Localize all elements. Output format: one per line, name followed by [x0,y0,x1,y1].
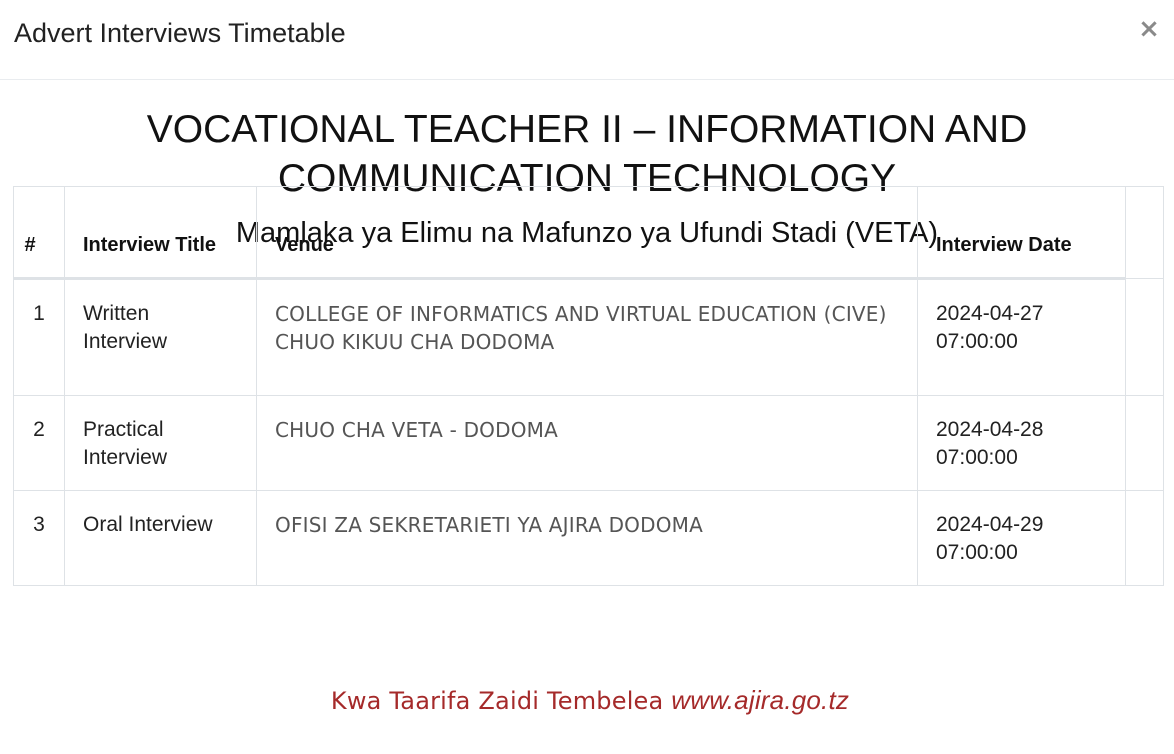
ajira-website-link[interactable]: www.ajira.go.tz [671,685,849,715]
table-row: 2 Practical Interview CHUO CHA VETA - DO… [13,395,1164,491]
row-empty-cell [1125,278,1164,396]
header-interview-date: Interview Date [917,186,1126,280]
interviews-timetable-modal: Advert Interviews Timetable × VOCATIONAL… [0,0,1174,754]
row-venue: COLLEGE OF INFORMATICS AND VIRTUAL EDUCA… [256,278,918,396]
footer-note: Kwa Taarifa Zaidi Tembelea www.ajira.go.… [0,685,1174,716]
header-number: # [13,186,65,280]
row-number: 2 [13,395,65,491]
table-row: 1 Written Interview COLLEGE OF INFORMATI… [13,278,1164,396]
timetable-table-wrapper: # Interview Title Venue Interview Date 1… [13,186,1164,586]
row-number: 3 [13,490,65,586]
header-empty [1125,186,1164,279]
row-interview-title: Practical Interview [64,395,257,491]
modal-header: Advert Interviews Timetable × [0,0,1174,80]
row-interview-date: 2024-04-27 07:00:00 [917,278,1126,396]
row-interview-date: 2024-04-29 07:00:00 [917,490,1126,586]
row-venue: CHUO CHA VETA - DODOMA [256,395,918,491]
header-venue: Venue [256,186,918,280]
row-empty-cell [1125,395,1164,491]
header-interview-title: Interview Title [64,186,257,280]
row-interview-title: Oral Interview [64,490,257,586]
row-number: 1 [13,278,65,396]
modal-title: Advert Interviews Timetable [14,18,346,48]
footer-text: Kwa Taarifa Zaidi Tembelea [330,687,672,715]
close-icon[interactable]: × [1134,14,1164,44]
timetable-table: # Interview Title Venue Interview Date 1… [13,186,1164,586]
row-venue: OFISI ZA SEKRETARIETI YA AJIRA DODOMA [256,490,918,586]
table-header-row: # Interview Title Venue Interview Date [13,186,1164,280]
row-empty-cell [1125,490,1164,586]
table-row: 3 Oral Interview OFISI ZA SEKRETARIETI Y… [13,490,1164,586]
row-interview-title: Written Interview [64,278,257,396]
row-interview-date: 2024-04-28 07:00:00 [917,395,1126,491]
